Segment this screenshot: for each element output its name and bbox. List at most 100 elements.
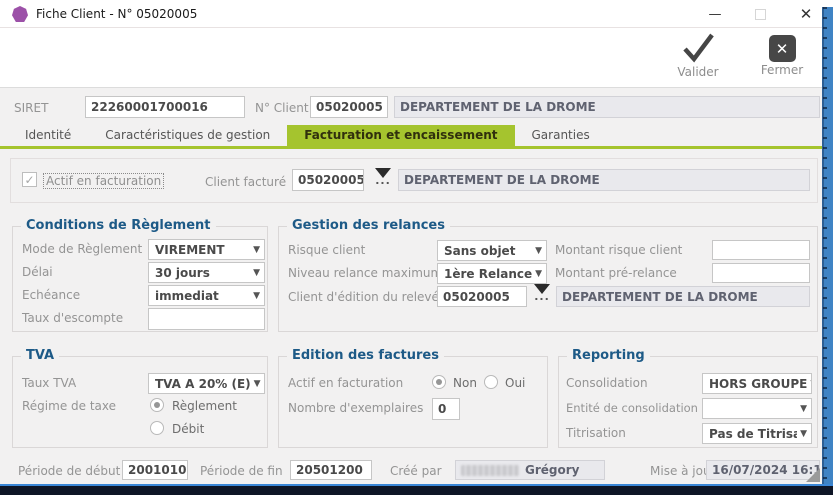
consolidation-value: HORS GROUPE (709, 376, 808, 391)
risque-client-select[interactable]: Sans objet ▼ (437, 240, 547, 261)
regime-taxe-label: Régime de taxe (22, 399, 117, 413)
chevron-down-icon: ▼ (535, 245, 542, 256)
actif-non-radio[interactable] (432, 375, 446, 389)
delai-value: 30 jours (155, 265, 210, 280)
entite-consolidation-label: Entité de consolidation (566, 401, 698, 415)
regime-reglement-label[interactable]: Règlement (172, 399, 237, 413)
mode-reglement-label: Mode de Règlement (22, 242, 143, 256)
minimize-button[interactable]: — (695, 0, 735, 28)
delai-label: Délai (22, 265, 53, 279)
taux-escompte-field[interactable] (148, 308, 265, 330)
mise-a-jour-field: 16/07/2024 16:11 (706, 460, 820, 480)
client-edition-field[interactable]: 05020005 (437, 286, 527, 307)
client-facture-name-field: DEPARTEMENT DE LA DROME (398, 169, 810, 191)
consolidation-select[interactable]: HORS GROUPE ▼ (702, 373, 812, 394)
chevron-down-icon: ▼ (253, 378, 261, 389)
delai-select[interactable]: 30 jours ▼ (148, 262, 265, 283)
nb-exemplaires-label: Nombre d'exemplaires (288, 401, 424, 415)
tab-identite[interactable]: Identité (8, 125, 88, 146)
regime-reglement-radio[interactable] (150, 398, 164, 412)
chevron-down-icon: ▼ (800, 428, 807, 439)
actif-non-label[interactable]: Non (453, 376, 477, 390)
regime-debit-label[interactable]: Débit (172, 422, 204, 436)
actif-facturation-checkbox[interactable]: ✓ (22, 172, 37, 187)
consolidation-label: Consolidation (566, 376, 648, 390)
cree-par-label: Créé par (390, 464, 442, 478)
close-x-icon: ✕ (768, 35, 796, 62)
siret-field[interactable]: 22260001700016 (85, 96, 245, 118)
titrisation-value: Pas de Titrisatio (709, 426, 797, 441)
background-taskbar-edge (0, 484, 833, 495)
client-edition-name-field: DEPARTEMENT DE LA DROME (556, 286, 810, 307)
regime-debit-radio[interactable] (150, 421, 164, 435)
client-facture-lookup-button[interactable]: ... (372, 168, 394, 187)
taux-tva-select[interactable]: TVA A 20% (E) ▼ (148, 373, 265, 394)
actif-facturation-label: Actif en facturation (288, 376, 404, 390)
chevron-down-icon: ▼ (800, 403, 807, 414)
siret-label: SIRET (14, 101, 49, 115)
periode-debut-label: Période de début (18, 464, 121, 478)
toolbar: Valider ✕ Fermer (0, 28, 822, 88)
actif-oui-radio[interactable] (484, 375, 498, 389)
nclient-field[interactable]: 05020005 (310, 96, 388, 118)
client-facture-field[interactable]: 05020005 (292, 169, 364, 191)
tab-strip: Identité Caractéristiques de gestion Fac… (8, 125, 607, 146)
reporting-title: Reporting (567, 348, 650, 363)
niveau-relance-select[interactable]: 1ère Relance ▼ (437, 263, 547, 284)
check-icon (683, 33, 714, 63)
periode-fin-label: Période de fin (200, 464, 283, 478)
valider-button[interactable]: Valider (666, 32, 730, 84)
chevron-down-icon: ▼ (253, 244, 260, 255)
titrisation-label: Titrisation (566, 426, 626, 440)
mode-reglement-value: VIREMENT (155, 242, 225, 257)
cree-par-field: Grégory (455, 460, 605, 480)
periode-debut-field[interactable]: 20010100 (122, 460, 188, 480)
actif-oui-label[interactable]: Oui (505, 376, 525, 390)
lookup-dots-icon: ... (534, 290, 550, 303)
mode-reglement-select[interactable]: VIREMENT ▼ (148, 239, 265, 260)
title-bar: Fiche Client - N° 05020005 — ✕ (0, 0, 833, 28)
tva-title: TVA (21, 348, 60, 363)
lookup-dots-icon: ... (375, 174, 391, 187)
gestion-relances-title: Gestion des relances (287, 218, 450, 233)
chevron-down-icon: ▼ (253, 267, 260, 278)
actif-facturation-checkbox-label[interactable]: Actif en facturation (43, 173, 165, 189)
niveau-relance-value: 1ère Relance (444, 266, 533, 281)
nclient-label: N° Client (255, 101, 309, 115)
maximize-icon (754, 8, 766, 20)
close-button[interactable]: ✕ (786, 0, 826, 28)
chevron-down-icon: ▼ (535, 268, 543, 279)
cree-par-value: Grégory (525, 463, 580, 477)
montant-prerelance-label: Montant pré-relance (555, 266, 677, 280)
fermer-button[interactable]: ✕ Fermer (750, 32, 814, 84)
echeance-value: immediat (155, 288, 219, 303)
tab-underline (0, 146, 822, 149)
client-edition-lookup-button[interactable]: ... (531, 284, 553, 303)
client-name-field: DEPARTEMENT DE LA DROME (394, 96, 820, 118)
app-icon (12, 6, 28, 22)
window-title: Fiche Client - N° 05020005 (36, 7, 198, 21)
montant-risque-field[interactable] (712, 240, 810, 260)
titrisation-select[interactable]: Pas de Titrisatio ▼ (702, 423, 812, 444)
tab-facturation-et-encaissement[interactable]: Facturation et encaissement (287, 125, 515, 146)
entite-consolidation-select[interactable]: ▼ (702, 398, 812, 419)
maximize-button (740, 0, 780, 28)
conditions-reglement-title: Conditions de Règlement (21, 218, 216, 233)
valider-label: Valider (677, 65, 719, 79)
redacted-name (461, 464, 519, 476)
client-facture-label: Client facturé (205, 175, 287, 189)
resize-grip[interactable] (806, 468, 820, 482)
montant-prerelance-field[interactable] (712, 263, 810, 283)
tab-garanties[interactable]: Garanties (515, 125, 607, 146)
nb-exemplaires-field[interactable]: 0 (432, 398, 460, 420)
background-window-edge (822, 7, 833, 495)
periode-fin-field[interactable]: 20501200 (290, 460, 372, 480)
echeance-select[interactable]: immediat ▼ (148, 285, 265, 306)
edition-factures-title: Edition des factures (287, 348, 444, 363)
chevron-down-icon: ▼ (253, 290, 260, 301)
tab-caracteristiques-de-gestion[interactable]: Caractéristiques de gestion (88, 125, 287, 146)
echeance-label: Echéance (22, 288, 81, 302)
client-edition-label: Client d'édition du relevé (288, 290, 439, 304)
fermer-label: Fermer (760, 63, 804, 77)
niveau-relance-label: Niveau relance maximum (288, 266, 443, 280)
